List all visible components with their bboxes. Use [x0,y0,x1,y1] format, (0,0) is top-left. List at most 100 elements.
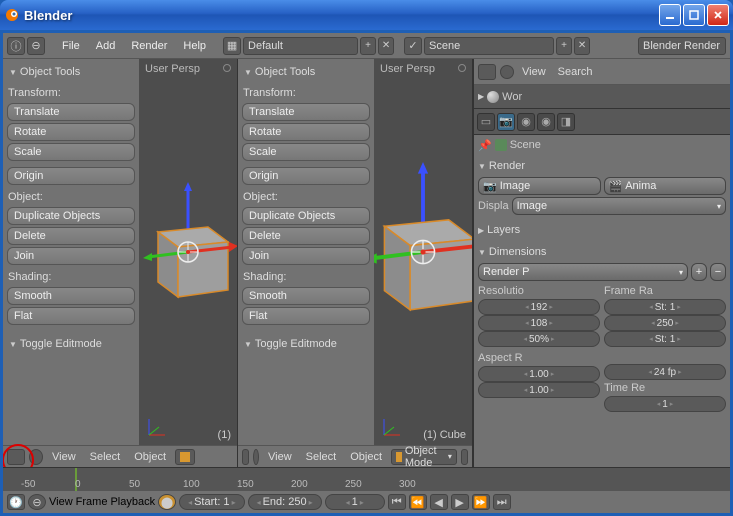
scene-dropdown[interactable]: Scene [424,37,554,55]
close-button[interactable] [707,4,729,26]
duplicate-button[interactable]: Duplicate Objects [242,207,370,225]
layout-browse-icon[interactable]: ▦ [223,37,241,55]
join-button[interactable]: Join [242,247,370,265]
render-section-header[interactable]: Render [478,157,726,175]
collapse-icon[interactable] [29,449,43,465]
smooth-button[interactable]: Smooth [242,287,370,305]
rotate-button[interactable]: Rotate [242,123,370,141]
scale-button[interactable]: Scale [242,143,370,161]
layout-add-button[interactable]: + [360,37,376,55]
viewport-2[interactable]: User Persp [374,59,472,445]
current-frame-field[interactable]: 1 [325,494,385,510]
frame-start-field[interactable]: St: 1 [604,299,726,315]
smooth-button[interactable]: Smooth [7,287,135,305]
mode-dropdown[interactable] [175,449,195,465]
tab-material[interactable]: ◨ [557,113,575,131]
mode-dropdown[interactable]: Object Mode▾ [391,449,457,465]
timeline-track[interactable]: -50 0 50 100 150 200 250 300 [3,468,730,491]
translate-button[interactable]: Translate [7,103,135,121]
start-frame-field[interactable]: Start: 1 [179,494,245,510]
flat-button[interactable]: Flat [242,307,370,325]
jump-end-button[interactable]: ⏭ [493,494,511,510]
engine-dropdown[interactable]: Blender Render [638,37,726,55]
tl-playback-menu[interactable]: Playback [110,496,155,508]
display-dropdown[interactable]: Image▾ [512,197,726,215]
scale-button[interactable]: Scale [7,143,135,161]
play-rev-button[interactable]: ◀ [430,494,448,510]
outliner-editor-icon[interactable] [478,64,496,80]
flat-button[interactable]: Flat [7,307,135,325]
select-menu[interactable]: Select [301,451,342,463]
prev-key-button[interactable]: ⏪ [409,494,427,510]
menu-add[interactable]: Add [89,37,123,55]
object-tools-header[interactable]: Object Tools [7,63,135,81]
cube-object[interactable] [139,182,237,322]
join-button[interactable]: Join [7,247,135,265]
object-tools-header[interactable]: Object Tools [242,63,370,81]
render-preset-dropdown[interactable]: Render P▾ [478,263,688,281]
end-frame-field[interactable]: End: 250 [248,494,322,510]
delete-button[interactable]: Delete [7,227,135,245]
jump-start-button[interactable]: ⏮ [388,494,406,510]
tab-render[interactable]: ▭ [477,113,495,131]
play-button[interactable]: ▶ [451,494,469,510]
frame-step-field[interactable]: St: 1 [604,331,726,347]
minimize-button[interactable] [659,4,681,26]
aspect-x-field[interactable]: 1.00 [478,366,600,382]
render-anim-button[interactable]: 🎬Anima [604,177,727,195]
outliner-view-menu[interactable]: View [518,66,550,78]
scene-add-button[interactable]: + [556,37,572,55]
layout-dropdown[interactable]: Default [243,37,358,55]
render-image-button[interactable]: 📷Image [478,177,601,195]
tab-world[interactable]: ◉ [517,113,535,131]
collapse-icon[interactable] [500,65,514,79]
select-menu[interactable]: Select [85,451,126,463]
tl-frame-menu[interactable]: Frame [76,496,108,508]
object-menu[interactable]: Object [129,451,171,463]
res-x-field[interactable]: 192 [478,299,600,315]
tl-view-menu[interactable]: View [49,496,73,508]
viewport-1[interactable]: User Persp [139,59,237,445]
view-menu[interactable]: View [263,451,297,463]
view-menu[interactable]: View [47,451,81,463]
preset-add-button[interactable]: + [691,263,707,281]
record-button[interactable]: ⬤ [158,494,176,510]
preset-del-button[interactable]: − [710,263,726,281]
frame-end-field[interactable]: 250 [604,315,726,331]
tab-object[interactable]: ◉ [537,113,555,131]
origin-button[interactable]: Origin [242,167,370,185]
menu-render[interactable]: Render [124,37,174,55]
delete-button[interactable]: Delete [242,227,370,245]
layers-section-header[interactable]: Layers [478,221,726,239]
timere-field[interactable]: 1 [604,396,726,412]
cube-object[interactable] [374,162,472,342]
scene-browse-icon[interactable]: ✓ [404,37,422,55]
collapse-icon[interactable] [253,449,259,465]
toggle-editmode-header[interactable]: Toggle Editmode [7,335,135,353]
translate-button[interactable]: Translate [242,103,370,121]
menu-help[interactable]: Help [176,37,213,55]
scene-del-button[interactable]: ✕ [574,37,590,55]
origin-button[interactable]: Origin [7,167,135,185]
pin-icon[interactable]: 📌 [478,139,492,152]
timeline-editor-icon[interactable]: 🕐 [7,494,25,510]
res-y-field[interactable]: 108 [478,315,600,331]
editor-type-icon[interactable]: ⓘ [7,37,25,55]
next-key-button[interactable]: ⏩ [472,494,490,510]
outliner-search-menu[interactable]: Search [554,66,597,78]
aspect-y-field[interactable]: 1.00 [478,382,600,398]
outliner-row[interactable]: ▶Wor [474,85,730,109]
rotate-button[interactable]: Rotate [7,123,135,141]
dimensions-section-header[interactable]: Dimensions [478,243,726,261]
tab-scene[interactable]: 📷 [497,113,515,131]
collapse-menu-icon[interactable]: ⊖ [27,37,45,55]
object-menu[interactable]: Object [345,451,387,463]
res-pct-field[interactable]: 50% [478,331,600,347]
maximize-button[interactable] [683,4,705,26]
menu-file[interactable]: File [55,37,87,55]
duplicate-button[interactable]: Duplicate Objects [7,207,135,225]
toggle-editmode-header[interactable]: Toggle Editmode [242,335,370,353]
fps-field[interactable]: 24 fp [604,364,726,380]
editor-type-selector[interactable] [242,449,249,465]
layout-del-button[interactable]: ✕ [378,37,394,55]
